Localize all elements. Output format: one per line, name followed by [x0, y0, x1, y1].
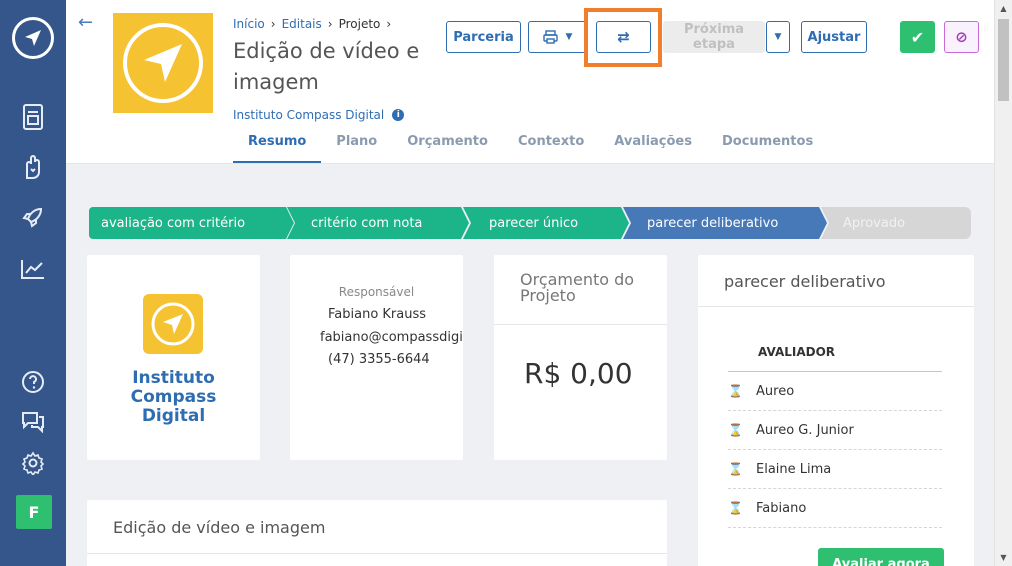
- help-icon[interactable]: [0, 365, 66, 399]
- back-arrow-icon[interactable]: ←: [78, 12, 93, 33]
- chevron-down-icon: ▼: [774, 32, 782, 42]
- responsavel-name: Fabiano Krauss: [328, 307, 427, 322]
- parecer-title: parecer deliberativo: [724, 272, 886, 291]
- ajustar-button[interactable]: Ajustar: [801, 21, 867, 53]
- orcamento-card: Orçamento do Projeto R$ 0,00: [494, 255, 667, 460]
- stage-parecer-deliberativo[interactable]: parecer deliberativo: [623, 207, 827, 239]
- project-logo: [113, 13, 213, 113]
- organization-name[interactable]: Instituto Compass Digital: [233, 108, 384, 122]
- evaluator-row: ⌛ Aureo: [728, 372, 942, 411]
- scrollbar[interactable]: ▲ ▼: [994, 0, 1012, 566]
- scroll-down-icon[interactable]: ▼: [995, 549, 1012, 566]
- hourglass-icon: ⌛: [728, 501, 743, 515]
- print-button[interactable]: ▼: [528, 21, 587, 53]
- evaluator-column-header: AVALIADOR: [758, 345, 836, 359]
- tab-contexto[interactable]: Contexto: [503, 126, 599, 163]
- tab-avaliacoes[interactable]: Avaliações: [599, 126, 707, 163]
- next-stage-button[interactable]: Próxima etapa: [663, 21, 765, 53]
- approve-button[interactable]: ✔: [900, 21, 935, 53]
- breadcrumb-home[interactable]: Início: [233, 17, 265, 31]
- responsavel-label: Responsável: [338, 285, 415, 299]
- divider: [494, 324, 667, 325]
- evaluator-row: ⌛ Elaine Lima: [728, 450, 942, 489]
- project-header: ← Início › Editais › Projeto › Edição de…: [66, 0, 994, 164]
- divider: [698, 306, 974, 307]
- chat-icon[interactable]: [0, 404, 66, 438]
- breadcrumb-projeto: Projeto: [338, 17, 381, 31]
- stage-aprovado[interactable]: Aprovado: [821, 207, 971, 239]
- tab-resumo[interactable]: Resumo: [233, 126, 322, 163]
- info-icon[interactable]: i: [392, 109, 405, 121]
- evaluator-row: ⌛ Aureo G. Junior: [728, 411, 942, 450]
- page-title: Edição de vídeo e imagem: [233, 39, 420, 94]
- stage-pipeline: avaliação com critério critério com nota…: [89, 207, 971, 239]
- highlight-box: [584, 8, 662, 67]
- description-card: Edição de vídeo e imagem: [87, 500, 667, 566]
- breadcrumb-separator-icon: ›: [327, 17, 333, 31]
- stage-parecer-unico[interactable]: parecer único: [463, 207, 629, 239]
- organization-link[interactable]: Instituto Compass Digital i: [233, 108, 405, 122]
- evaluator-name: Aureo: [756, 383, 795, 399]
- hand-heart-icon[interactable]: [0, 150, 66, 184]
- avaliar-agora-button[interactable]: Avaliar agora: [818, 548, 944, 566]
- check-icon: ✔: [910, 27, 925, 47]
- responsavel-email: fabiano@compassdigital.com: [320, 330, 463, 345]
- document-icon[interactable]: [0, 100, 66, 134]
- rocket-icon[interactable]: [0, 200, 66, 234]
- chart-icon[interactable]: [0, 252, 66, 286]
- divider: [87, 553, 667, 554]
- breadcrumb: Início › Editais › Projeto ›: [233, 17, 391, 31]
- reject-button[interactable]: ⊘: [944, 21, 979, 53]
- organization-card-name[interactable]: Instituto Compass Digital: [87, 369, 260, 426]
- printer-icon: [542, 30, 558, 44]
- hourglass-icon: ⌛: [728, 384, 743, 398]
- ban-icon: ⊘: [955, 28, 968, 46]
- responsavel-phone: (47) 3355-6644: [328, 352, 430, 367]
- evaluator-row: ⌛ Fabiano: [728, 489, 942, 528]
- tab-documentos[interactable]: Documentos: [707, 126, 828, 163]
- description-title: Edição de vídeo e imagem: [113, 518, 326, 537]
- tab-plano[interactable]: Plano: [321, 126, 392, 163]
- stage-avaliacao-com-criterio[interactable]: avaliação com critério: [89, 207, 294, 239]
- gear-icon[interactable]: [0, 446, 66, 480]
- scroll-thumb[interactable]: [998, 19, 1009, 101]
- next-stage-dropdown-button[interactable]: ▼: [766, 21, 790, 53]
- sidebar: F: [0, 0, 66, 566]
- breadcrumb-separator-icon: ›: [386, 17, 392, 31]
- organization-logo: [143, 294, 203, 354]
- evaluator-name: Aureo G. Junior: [756, 422, 854, 438]
- evaluator-name: Elaine Lima: [756, 461, 832, 477]
- hourglass-icon: ⌛: [728, 462, 743, 476]
- chevron-down-icon: ▼: [565, 32, 573, 42]
- app-logo-icon[interactable]: [0, 14, 66, 62]
- breadcrumb-editais[interactable]: Editais: [282, 17, 322, 31]
- user-avatar[interactable]: F: [16, 495, 52, 529]
- parceria-button[interactable]: Parceria: [446, 21, 521, 53]
- orcamento-title: Orçamento do Projeto: [520, 270, 635, 305]
- tabs: Resumo Plano Orçamento Contexto Avaliaçõ…: [233, 126, 828, 163]
- stage-criterio-com-nota[interactable]: critério com nota: [287, 207, 469, 239]
- evaluator-name: Fabiano: [756, 500, 807, 516]
- organization-card: Instituto Compass Digital: [87, 255, 260, 460]
- hourglass-icon: ⌛: [728, 423, 743, 437]
- scroll-up-icon[interactable]: ▲: [995, 0, 1012, 17]
- parecer-card: parecer deliberativo AVALIADOR ⌛ Aureo ⌛…: [698, 255, 974, 566]
- tab-orcamento[interactable]: Orçamento: [392, 126, 503, 163]
- breadcrumb-separator-icon: ›: [270, 17, 276, 31]
- orcamento-value: R$ 0,00: [524, 357, 633, 390]
- responsavel-card: Responsável Fabiano Krauss fabiano@compa…: [290, 255, 463, 460]
